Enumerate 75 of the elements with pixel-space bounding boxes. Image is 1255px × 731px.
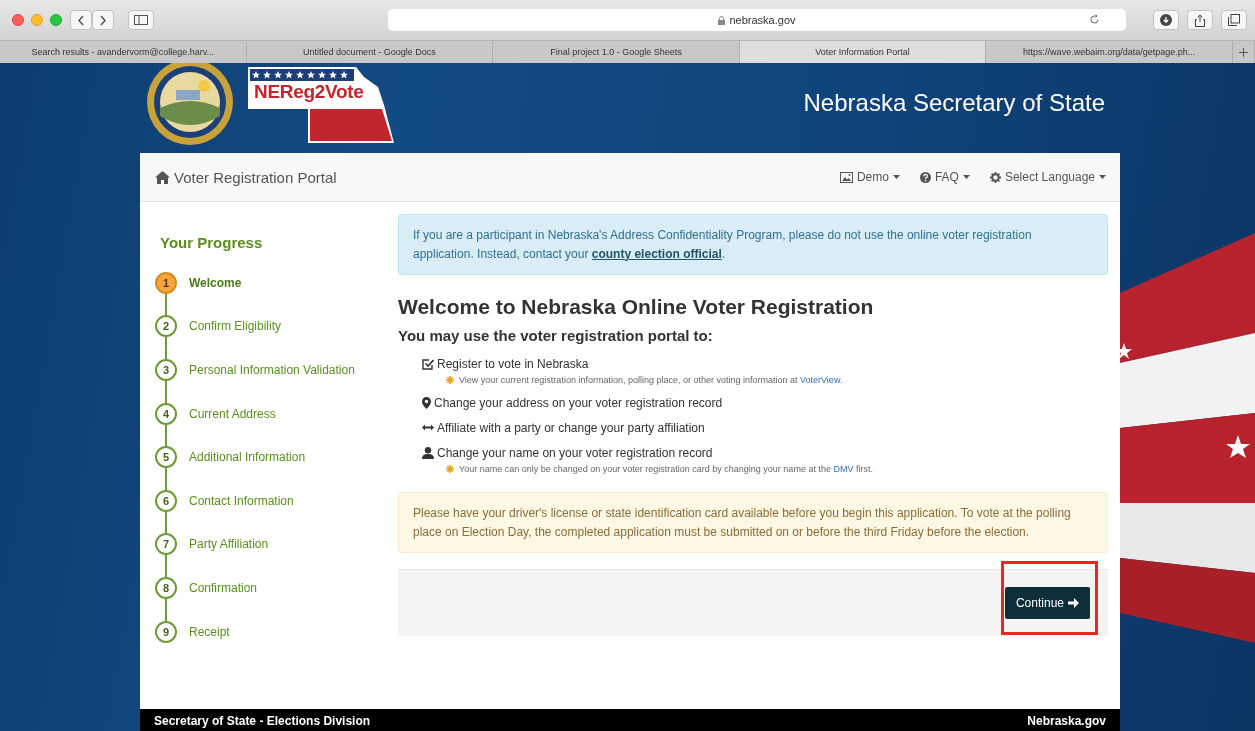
county-election-official-link[interactable]: county election official — [591, 246, 722, 261]
forward-button[interactable] — [92, 10, 114, 30]
downloads-button[interactable] — [1153, 10, 1179, 30]
caret-down-icon — [892, 175, 900, 179]
feature-text: Register to vote in Nebraska — [437, 356, 589, 371]
share-icon — [1194, 13, 1206, 27]
lock-icon — [718, 15, 726, 25]
arrow-right-icon — [1068, 598, 1079, 608]
step-number: 4 — [155, 402, 177, 425]
address-bar[interactable]: nebraska.gov — [388, 9, 1126, 31]
step-number: 3 — [155, 359, 177, 381]
step-label: Additional Information — [189, 450, 306, 465]
download-icon — [1160, 14, 1172, 26]
step-label: Party Affiliation — [189, 537, 269, 552]
step-number: 8 — [155, 576, 177, 599]
step-number: 2 — [155, 315, 177, 338]
reload-icon — [1089, 14, 1100, 25]
plus-icon — [1238, 47, 1248, 57]
continue-button[interactable]: Continue — [1004, 587, 1090, 619]
nav-dropdown[interactable]: Demo — [839, 170, 900, 184]
chevron-right-icon — [99, 14, 107, 26]
back-button[interactable] — [70, 10, 92, 30]
step-number: 7 — [155, 533, 177, 556]
picture-icon — [839, 171, 853, 183]
note-link[interactable]: DMV — [833, 464, 854, 474]
note-text: Your name can only be changed on your voter registration card by changing your name at the DMV first. — [459, 464, 873, 474]
portal-home-link[interactable]: Voter Registration Portal — [155, 168, 337, 186]
window-control-icon — [50, 14, 62, 26]
tabs-icon — [1228, 14, 1240, 26]
window-control-icon — [12, 14, 24, 26]
step-number: 6 — [155, 489, 177, 512]
info-alert: If you are a participant in Nebraska's Address Confidentiality Program, please do not use the online voter registration application. Instead, contact your county election official. — [398, 214, 1108, 275]
warning-alert: Please have your driver's license or state identification card available before you begin this application. To vote at the polling place on Election Day, the completed application must be submitted on or before the third Friday before the election. — [398, 492, 1108, 553]
chevron-left-icon — [77, 14, 85, 26]
home-icon — [155, 170, 170, 184]
note-text: View your current registration information, polling place, or other voting information at VoterView. — [459, 375, 843, 385]
state-seal-icon — [146, 63, 234, 146]
progress-title: Your Progress — [160, 234, 264, 251]
share-button[interactable] — [1187, 10, 1213, 30]
step-label: Confirmation — [189, 580, 258, 595]
caret-down-icon — [962, 175, 970, 179]
sidebar-icon — [134, 15, 148, 25]
page-subheading: You may use the voter registration portal to: — [398, 327, 714, 344]
question-icon — [919, 171, 931, 183]
step-number: 9 — [155, 620, 177, 643]
browser-tab[interactable]: Voter Information Portal — [739, 41, 987, 63]
asterisk-icon — [446, 376, 454, 384]
step-number: 5 — [155, 446, 177, 469]
feature-text: Affiliate with a party or change your party affiliation — [437, 420, 705, 435]
footer-home-link[interactable]: Nebraska.gov — [1027, 713, 1106, 728]
page-heading: Welcome to Nebraska Online Voter Registration — [398, 295, 875, 319]
step-number: 1 — [155, 271, 177, 294]
caret-down-icon — [1099, 175, 1106, 179]
checkbox-checked-icon — [422, 357, 434, 370]
feature-text: Change your name on your voter registration record — [437, 445, 713, 460]
step-label: Confirm Eligibility — [189, 319, 282, 334]
step-label: Personal Information Validation — [189, 363, 355, 377]
tab-overview-button[interactable] — [1221, 10, 1247, 30]
step-label: Current Address — [189, 406, 276, 421]
sidebar-button[interactable] — [128, 10, 154, 30]
asterisk-icon — [446, 465, 454, 473]
step-label: Receipt — [189, 624, 230, 639]
map-pin-icon — [422, 396, 431, 409]
site-title: Nebraska Secretary of State — [803, 89, 1105, 117]
double-arrow-icon — [422, 424, 434, 431]
settings-icon — [989, 171, 1001, 183]
feature-text: Change your address on your voter registration record — [434, 395, 723, 410]
footer-division-text: Secretary of State - Elections Division — [154, 713, 371, 728]
window-control-icon — [31, 14, 43, 26]
note-link[interactable]: VoterView — [800, 375, 840, 385]
step-label: Welcome — [189, 275, 242, 290]
person-icon — [422, 446, 434, 459]
step-label: Contact Information — [189, 493, 294, 508]
nav-dropdown[interactable]: Select Language — [989, 170, 1106, 184]
nav-dropdown[interactable]: FAQ — [919, 170, 970, 184]
